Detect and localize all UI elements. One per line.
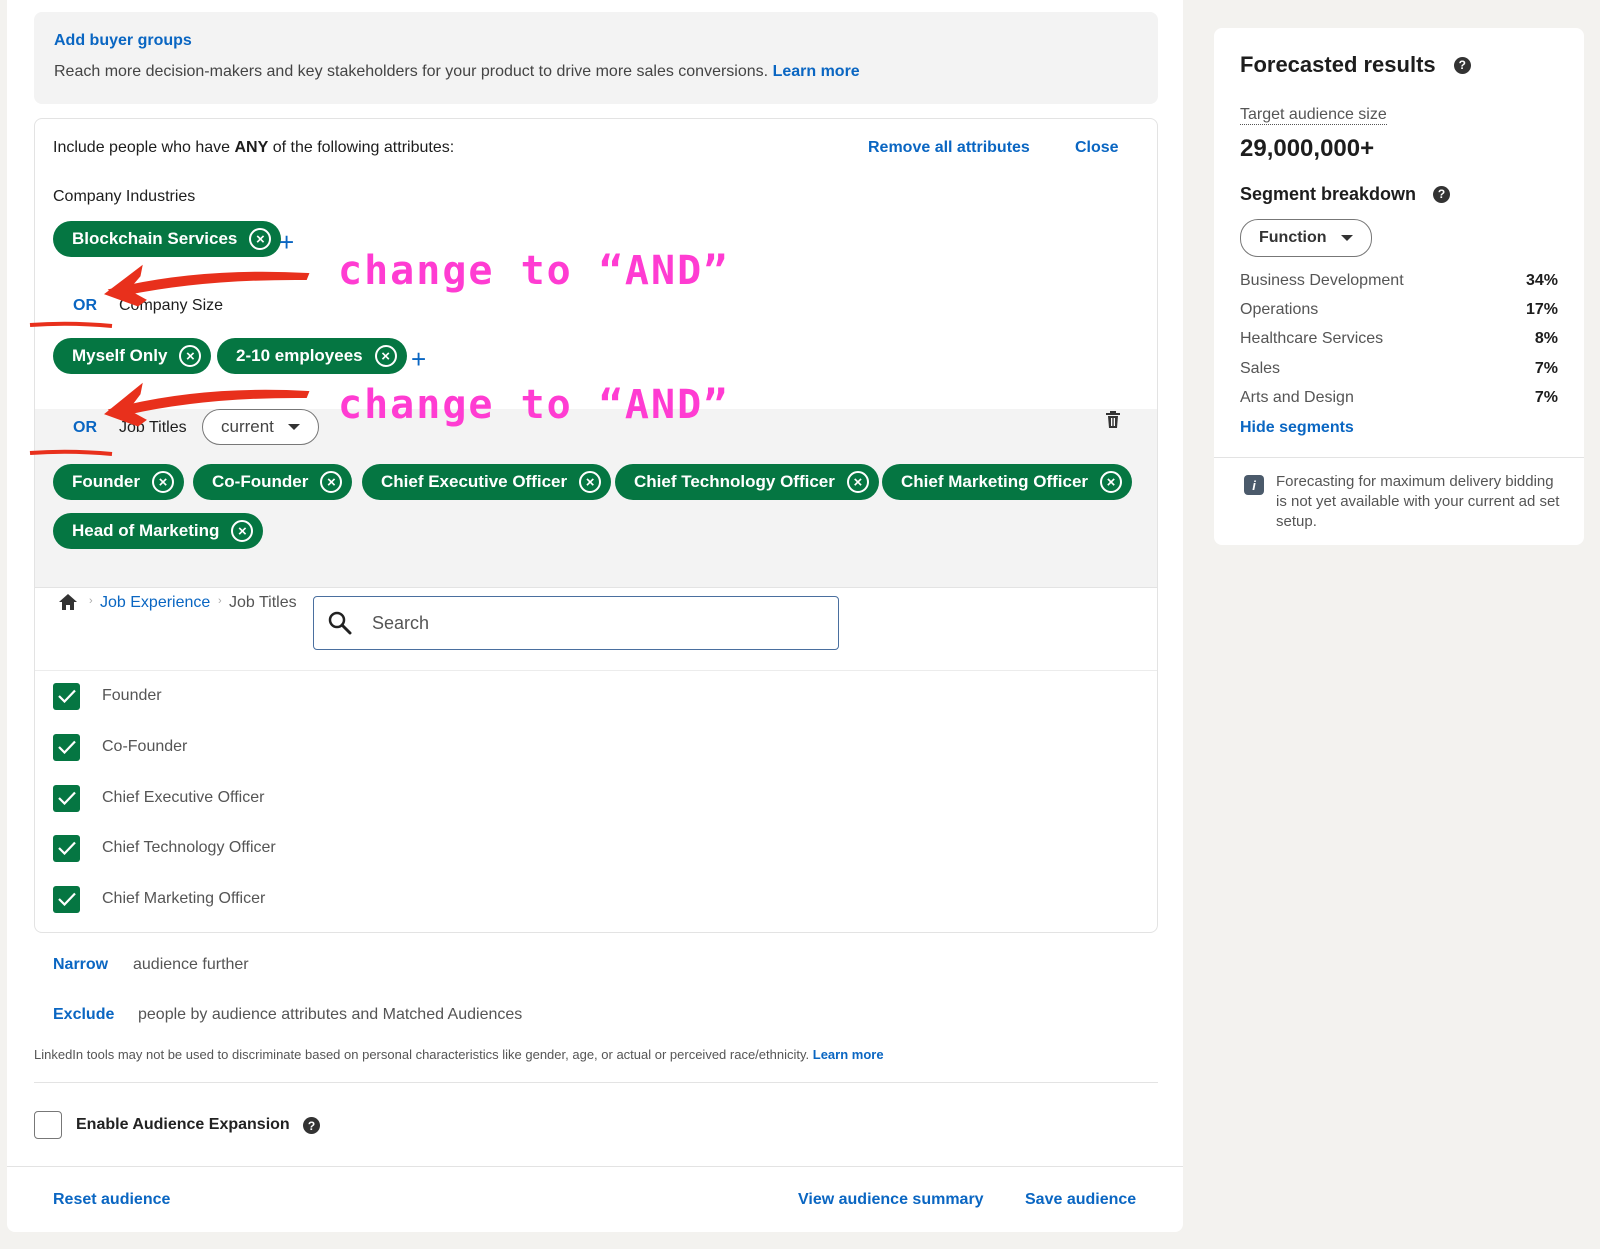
help-icon[interactable]: ? <box>303 1117 320 1134</box>
segment-name: Operations <box>1240 301 1319 318</box>
audience-expansion-label: Enable Audience Expansion <box>76 1116 290 1133</box>
disclaimer: LinkedIn tools may not be used to discri… <box>34 1047 884 1062</box>
help-icon[interactable]: ? <box>1453 56 1471 74</box>
forecast-title: Forecasted results ? <box>1240 52 1471 78</box>
segment-name: Business Development <box>1240 272 1404 289</box>
segment-row: Sales 7% <box>1240 360 1558 378</box>
segment-pct: 8% <box>1534 330 1558 347</box>
help-icon[interactable]: ? <box>1433 185 1451 203</box>
reset-audience-link[interactable]: Reset audience <box>53 1191 170 1209</box>
info-icon: i <box>1244 475 1264 495</box>
exclude-link[interactable]: Exclude <box>53 1006 114 1024</box>
segment-pct: 7% <box>1534 360 1558 377</box>
disclaimer-learn-more-link[interactable]: Learn more <box>813 1047 884 1062</box>
divider <box>34 1082 1158 1083</box>
segment-breakdown-title: Segment breakdown ? <box>1240 184 1451 205</box>
segment-breakdown-text: Segment breakdown <box>1240 184 1417 204</box>
segment-pct: 7% <box>1534 389 1558 406</box>
segment-name: Healthcare Services <box>1240 330 1384 347</box>
save-audience-link[interactable]: Save audience <box>1025 1191 1136 1209</box>
segment-row: Healthcare Services 8% <box>1240 330 1558 348</box>
narrow-link[interactable]: Narrow <box>53 956 108 974</box>
segment-name: Arts and Design <box>1240 389 1354 406</box>
audience-expansion-checkbox[interactable] <box>34 1111 62 1139</box>
target-audience-value: 29,000,000+ <box>1240 135 1375 162</box>
forecast-title-text: Forecasted results <box>1240 52 1436 77</box>
hide-segments-link[interactable]: Hide segments <box>1240 419 1354 437</box>
segment-function-dropdown[interactable]: Function <box>1240 219 1372 257</box>
segment-name: Sales <box>1240 360 1281 377</box>
segment-row: Operations 17% <box>1240 301 1558 319</box>
exclude-text: people by audience attributes and Matche… <box>138 1006 523 1023</box>
forecast-card: Forecasted results ? Target audience siz… <box>1214 28 1584 545</box>
dropdown-value: Function <box>1259 229 1327 246</box>
caret-down-icon <box>1340 235 1353 241</box>
divider <box>7 1166 1183 1167</box>
segment-pct: 34% <box>1525 272 1558 289</box>
view-audience-summary-link[interactable]: View audience summary <box>798 1191 984 1209</box>
narrow-text: audience further <box>133 956 249 973</box>
disclaimer-text: LinkedIn tools may not be used to discri… <box>34 1047 810 1062</box>
segment-row: Business Development 34% <box>1240 272 1558 290</box>
segment-pct: 17% <box>1525 301 1558 318</box>
target-audience-label[interactable]: Target audience size <box>1240 106 1387 125</box>
annotation-change-to-and-1: change to “AND” <box>338 248 730 294</box>
segment-row: Arts and Design 7% <box>1240 389 1558 407</box>
divider <box>1214 457 1584 458</box>
annotation-change-to-and-2: change to “AND” <box>338 382 730 428</box>
forecast-note: Forecasting for maximum delivery bidding… <box>1276 473 1560 530</box>
